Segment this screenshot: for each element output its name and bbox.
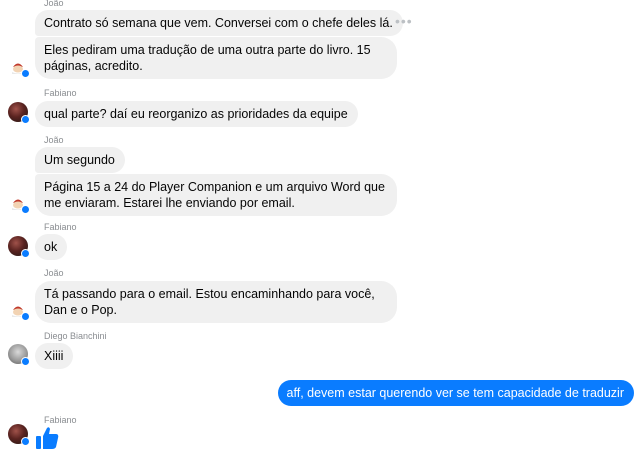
message-bubble[interactable]: ok (35, 234, 68, 260)
joao-avatar[interactable] (8, 56, 30, 78)
sender-name: João (44, 268, 64, 278)
message-bubble[interactable]: Página 15 a 24 do Player Companion e um … (35, 174, 397, 216)
joao-avatar[interactable] (8, 299, 30, 321)
diego-avatar[interactable] (8, 344, 30, 366)
sender-name: Fabiano (44, 222, 77, 232)
sender-name: Diego Bianchini (44, 331, 107, 341)
fabiano-avatar[interactable] (8, 236, 30, 258)
message-bubble[interactable]: Xiiii (35, 343, 74, 369)
message-bubble[interactable]: Tá passando para o email. Estou encaminh… (35, 281, 397, 323)
fabiano-avatar[interactable] (8, 102, 30, 124)
outgoing-message-bubble[interactable]: aff, devem estar querendo ver se tem cap… (277, 380, 634, 406)
more-options-icon[interactable]: ••• (395, 14, 413, 28)
thumbs-up-icon[interactable] (34, 425, 60, 451)
sender-name: João (44, 0, 64, 8)
message-bubble[interactable]: Um segundo (35, 147, 125, 173)
joao-avatar[interactable] (8, 192, 30, 214)
sender-name: Fabiano (44, 88, 77, 98)
fabiano-avatar[interactable] (8, 424, 30, 446)
message-bubble[interactable]: Eles pediram uma tradução de uma outra p… (35, 37, 397, 79)
message-bubble[interactable]: Contrato só semana que vem. Conversei co… (35, 10, 403, 36)
message-bubble[interactable]: qual parte? daí eu reorganizo as priorid… (35, 101, 358, 127)
sender-name: João (44, 135, 64, 145)
